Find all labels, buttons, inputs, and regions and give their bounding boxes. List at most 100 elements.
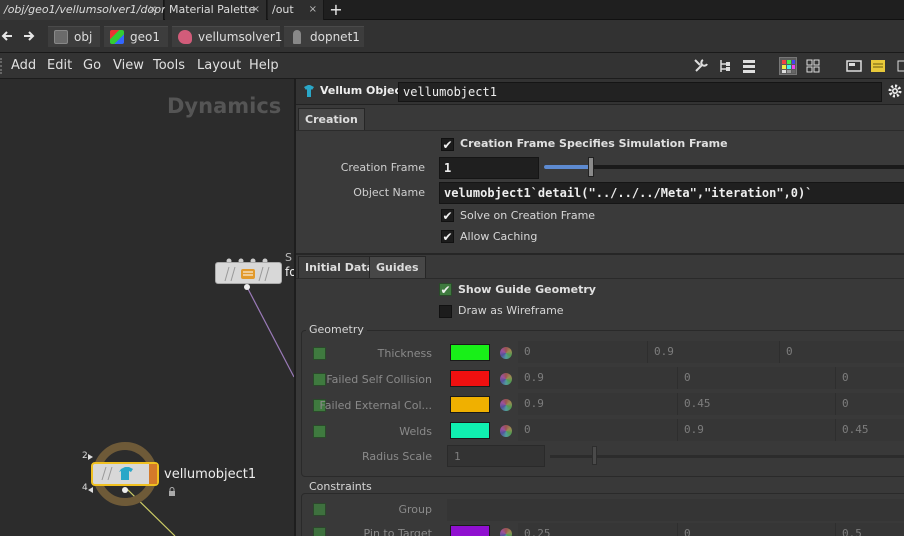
creation-frame-input[interactable]: 1 [439,157,539,179]
node-name-input[interactable]: vellumobject1 [398,82,882,102]
color-wheel-icon[interactable] [500,347,512,359]
row-value-field[interactable]: 0.45 [678,393,836,415]
solve-on-creation-checkbox[interactable]: ✔ [441,209,454,222]
vellum-object-icon [301,83,317,99]
row-value-field[interactable]: 0.9 [518,367,678,389]
show-guide-geometry-checkbox[interactable]: ✔ [439,283,452,296]
allow-caching-checkbox[interactable]: ✔ [441,230,454,243]
geometry-group-title: Geometry [306,323,367,336]
menu-tools[interactable]: Tools [153,53,185,79]
node-output-dot[interactable] [244,284,250,290]
row-value-field[interactable]: 0 [518,341,648,363]
color-grid-icon[interactable] [779,57,797,75]
gear-icon[interactable] [886,82,904,100]
radius-scale-label: Radius Scale [362,450,432,463]
menu-help[interactable]: Help [249,53,279,79]
row-value-field[interactable]: 0.45 [836,419,904,441]
color-wheel-icon[interactable] [500,425,512,437]
node-upstream[interactable] [215,262,282,284]
row-value-field[interactable]: 0 [518,419,678,441]
tab-out[interactable]: /out × [268,0,324,20]
node-vellumobject1[interactable] [91,462,159,486]
creation-frame-specifies-label: Creation Frame Specifies Simulation Fram… [460,137,728,150]
menu-go[interactable]: Go [83,53,101,79]
panel-icon[interactable] [893,57,904,75]
color-swatch[interactable] [450,422,490,439]
radius-scale-input[interactable]: 1 [447,445,545,467]
row-value-field[interactable]: 0.9 [678,419,836,441]
object-name-label: Object Name [353,186,425,199]
menu-edit[interactable]: Edit [47,53,72,79]
path-bar: obj geo1 vellumsolver1 dopnet1 [0,20,904,53]
group-input[interactable] [447,499,904,521]
node-name-label: vellumobject1 [164,467,257,482]
add-tab-button[interactable]: + [328,0,344,20]
creation-frame-slider-track[interactable] [544,165,904,169]
input-arrow-icon[interactable] [88,454,93,460]
tab-material-palette[interactable]: Material Palette × [165,0,267,20]
row-label: Failed External Col... [319,399,432,412]
list-view-icon[interactable] [740,57,758,75]
node-output-dot[interactable] [122,487,128,493]
creation-frame-slider-handle[interactable] [588,157,595,177]
pin-value-field[interactable]: 0.25 [518,523,678,536]
color-swatch[interactable] [450,344,490,361]
pin-to-target-color-swatch[interactable] [450,525,490,536]
path-crumb-vellumsolver1[interactable]: vellumsolver1 [172,26,283,47]
color-wheel-icon[interactable] [500,528,512,536]
row-value-field[interactable]: 0 [780,341,904,363]
menu-view[interactable]: View [113,53,144,79]
tab-bar: /obj/geo1/vellumsolver1/dopnet1 × Materi… [0,0,904,20]
row-value-field[interactable]: 0 [836,393,904,415]
crumb-label: vellumsolver1 [198,30,283,44]
sticky-note-icon[interactable] [869,57,887,75]
wrench-icon[interactable] [692,57,710,75]
color-wheel-icon[interactable] [500,399,512,411]
crumb-label: obj [74,30,93,44]
group-label: Group [398,503,433,516]
menu-add[interactable]: Add [11,53,36,79]
grid-view-icon[interactable] [804,57,822,75]
network-view[interactable]: Dynamics S fo 2 4 vellumobject1 [0,79,294,536]
draw-as-wireframe-checkbox[interactable] [439,305,452,318]
tab-creation[interactable]: Creation [298,108,365,130]
close-icon[interactable]: × [309,0,317,20]
tab-dopnet[interactable]: /obj/geo1/vellumsolver1/dopnet1 × [0,0,186,20]
close-icon[interactable]: × [252,0,260,20]
input-index: 4 [82,483,88,493]
solve-on-creation-label: Solve on Creation Frame [460,209,596,222]
pin-value-field[interactable]: 0.5 [836,523,904,536]
creation-frame-specifies-checkbox[interactable]: ✔ [441,138,454,151]
radius-scale-slider-handle[interactable] [592,446,597,465]
lock-icon[interactable] [168,485,176,496]
tab-label: /obj/geo1/vellumsolver1/dopnet1 [4,3,187,16]
color-wheel-icon[interactable] [500,373,512,385]
pin-value-field[interactable]: 0 [678,523,836,536]
row-value-field[interactable]: 0.9 [648,341,780,363]
row-value-field[interactable]: 0 [678,367,836,389]
back-arrow-icon[interactable] [0,28,14,44]
row-value-field[interactable]: 0 [836,367,904,389]
path-crumb-obj[interactable]: obj [48,26,100,47]
row-label: Failed Self Collision [326,373,432,386]
path-crumb-geo1[interactable]: geo1 [104,26,168,47]
geo-icon [110,30,124,44]
path-crumb-dopnet1[interactable]: dopnet1 [284,26,364,47]
input-arrow-icon[interactable] [88,487,93,493]
object-name-input[interactable]: velumobject1`detail("../../../Meta","ite… [439,182,904,204]
divider [296,253,904,255]
row-value-field[interactable]: 0.9 [518,393,678,415]
creation-frame-slider-fill [544,165,592,169]
tree-icon[interactable] [716,57,734,75]
forward-arrow-icon[interactable] [22,28,38,44]
tab-label: /out [272,3,294,16]
color-swatch[interactable] [450,370,490,387]
radius-scale-slider-track[interactable] [550,455,904,458]
grip-handle[interactable] [0,58,2,74]
menu-layout[interactable]: Layout [197,53,241,79]
color-swatch[interactable] [450,396,490,413]
tab-guides[interactable]: Guides [369,256,426,278]
node-label-partial: S [285,251,292,264]
display-icon[interactable] [845,57,863,75]
close-icon[interactable]: × [149,0,157,20]
